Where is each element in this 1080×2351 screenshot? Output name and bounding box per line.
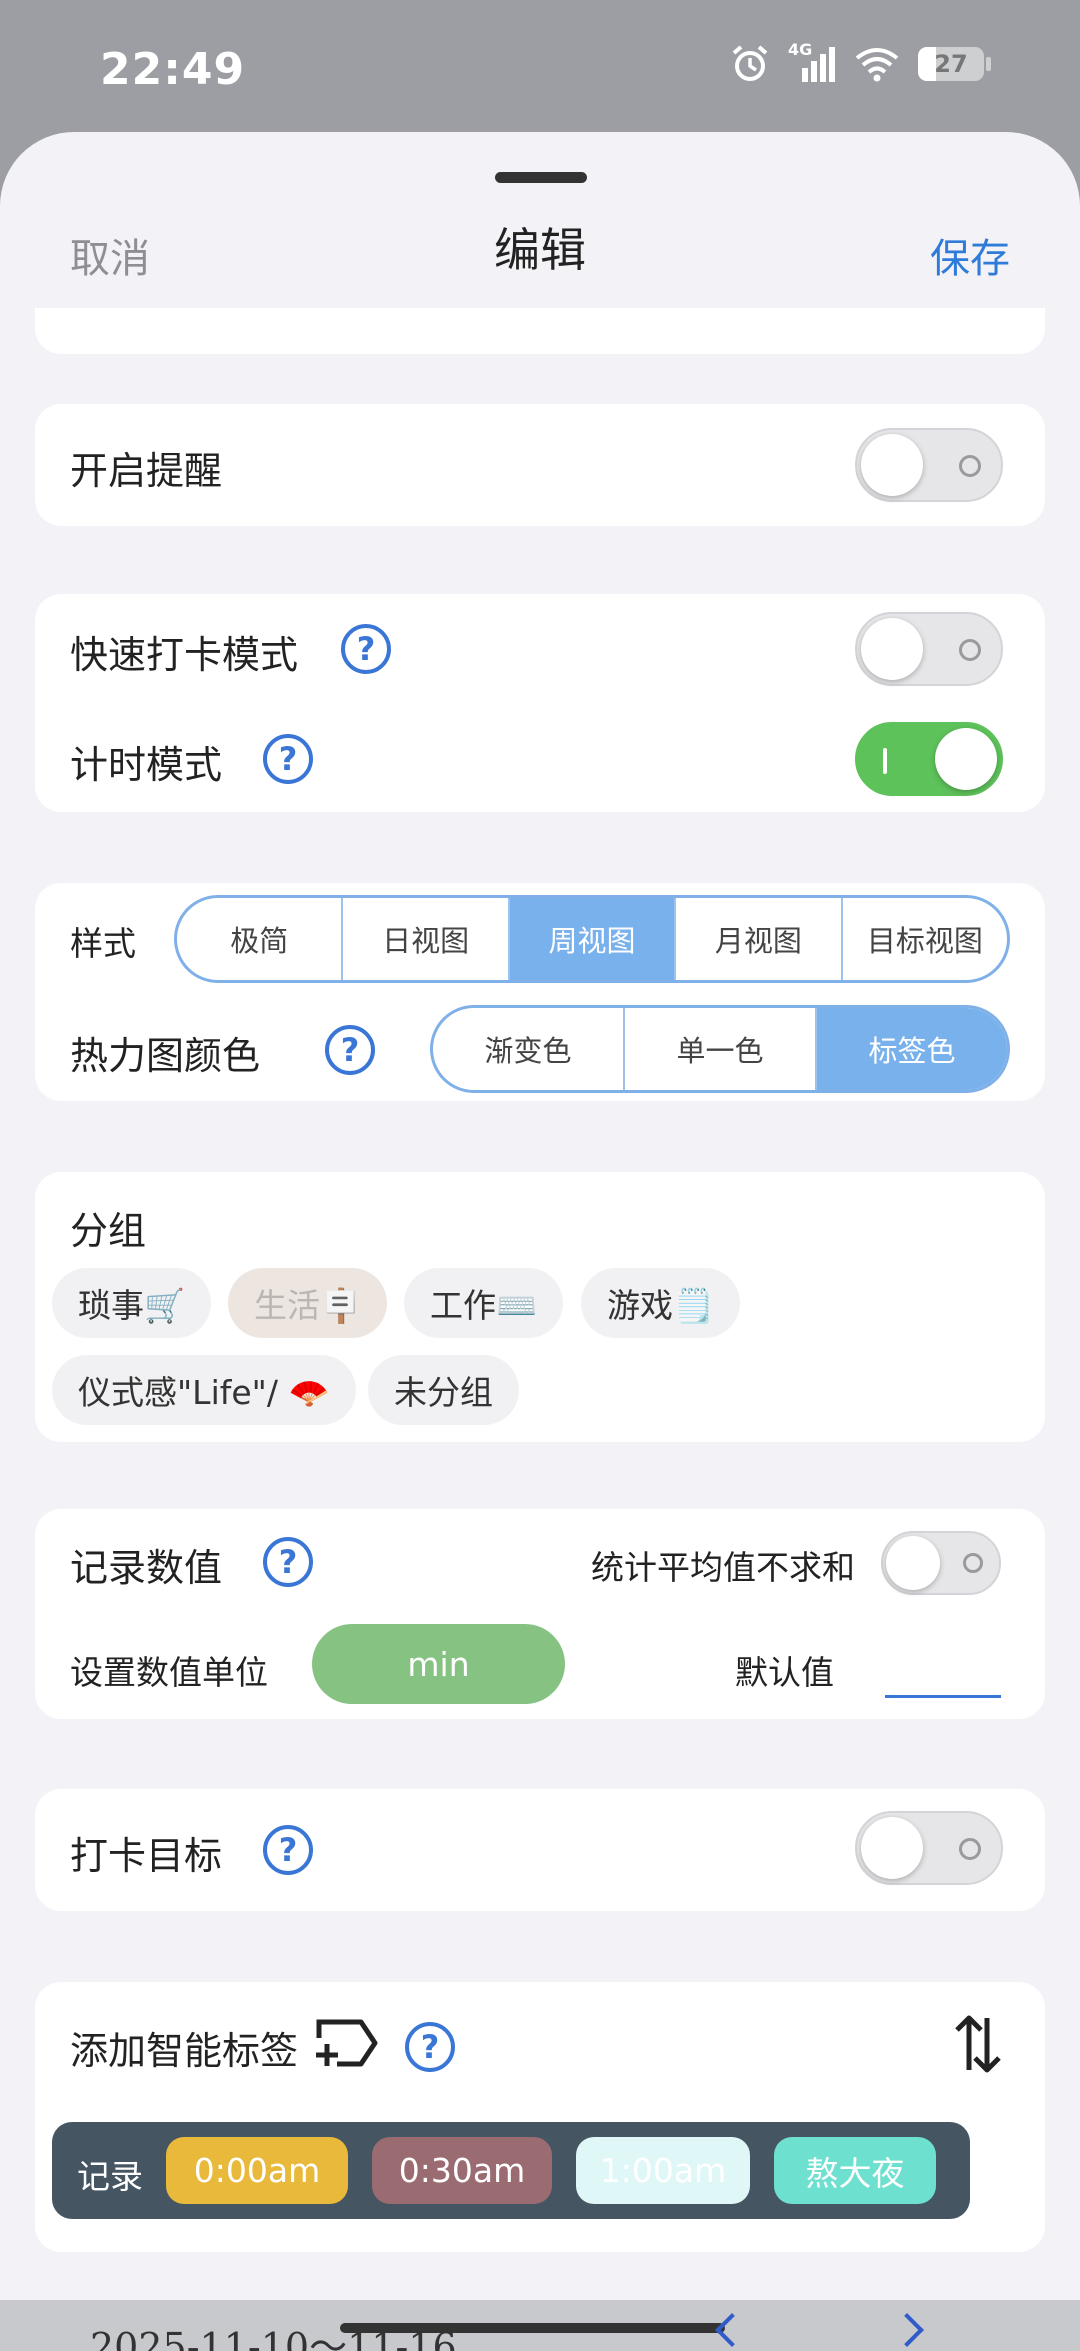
heatmap-option-single[interactable]: 单一色 — [625, 1008, 817, 1090]
record-value-card: 记录数值 ? 统计平均值不求和 设置数值单位 min 默认值 — [35, 1509, 1045, 1719]
record-label: 记录 — [77, 2157, 143, 2196]
battery-icon: 27 — [918, 47, 991, 81]
status-icons: 4G 27 — [730, 40, 991, 84]
style-card: 样式 极简 日视图 周视图 月视图 目标视图 热力图颜色 ? 渐变色 单一色 标… — [35, 883, 1045, 1101]
heatmap-segmented-control: 渐变色 单一色 标签色 — [430, 1005, 1010, 1093]
group-chip[interactable]: 未分组 — [368, 1355, 519, 1425]
reminder-toggle[interactable] — [855, 428, 1003, 502]
unit-label: 设置数值单位 — [70, 1653, 268, 1692]
unit-button[interactable]: min — [312, 1624, 565, 1704]
record-value-label: 记录数值 — [70, 1546, 223, 1590]
quick-checkin-label: 快速打卡模式 — [70, 633, 299, 677]
page-title: 编辑 — [494, 223, 586, 277]
heatmap-help-icon[interactable]: ? — [325, 1025, 375, 1075]
smart-tags-label: 添加智能标签 — [70, 2029, 299, 2073]
reminder-label: 开启提醒 — [70, 449, 223, 493]
target-toggle[interactable] — [855, 1811, 1003, 1885]
status-bar: 22:49 4G 27 — [0, 0, 1080, 140]
timer-mode-label: 计时模式 — [70, 743, 223, 787]
group-card: 分组 琐事🛒 生活🪧 工作⌨️ 游戏🗒️ 仪式感"Life"/ 🪭 未分组 — [35, 1172, 1045, 1442]
tag-chip[interactable]: 1:00am — [576, 2137, 750, 2204]
heatmap-label: 热力图颜色 — [70, 1034, 261, 1078]
heatmap-option-tag[interactable]: 标签色 — [817, 1008, 1007, 1090]
quick-checkin-help-icon[interactable]: ? — [341, 624, 391, 674]
status-time: 22:49 — [100, 44, 246, 95]
add-tag-icon[interactable] — [315, 2016, 379, 2070]
home-indicator[interactable] — [340, 2323, 725, 2333]
signal-icon: 4G — [788, 40, 836, 84]
group-chip[interactable]: 生活🪧 — [228, 1268, 388, 1338]
group-chip[interactable]: 琐事🛒 — [52, 1268, 212, 1338]
timer-mode-help-icon[interactable]: ? — [263, 734, 313, 784]
style-option-day[interactable]: 日视图 — [343, 898, 510, 980]
edit-sheet: 取消 编辑 保存 开启提醒 快速打卡模式 ? 计时模式 ? 样式 极简 日视图 … — [0, 132, 1080, 2312]
tag-chip[interactable]: 0:00am — [166, 2137, 348, 2204]
tag-chip[interactable]: 熬大夜 — [774, 2137, 936, 2204]
average-label: 统计平均值不求和 — [591, 1548, 855, 1587]
average-toggle[interactable] — [881, 1531, 1001, 1595]
default-value-input[interactable] — [885, 1639, 1001, 1691]
group-label: 分组 — [70, 1209, 147, 1253]
style-option-minimal[interactable]: 极简 — [177, 898, 344, 980]
date-range: 2025-11-10～11-16 — [90, 2325, 457, 2351]
scrolled-card — [35, 308, 1045, 354]
mode-card: 快速打卡模式 ? 计时模式 ? — [35, 594, 1045, 812]
style-option-goal[interactable]: 目标视图 — [843, 898, 1007, 980]
quick-checkin-toggle[interactable] — [855, 612, 1003, 686]
drag-handle[interactable] — [495, 172, 587, 183]
sort-icon[interactable] — [953, 2012, 1003, 2076]
heatmap-option-gradient[interactable]: 渐变色 — [433, 1008, 625, 1090]
target-help-icon[interactable]: ? — [263, 1825, 313, 1875]
style-label: 样式 — [70, 924, 136, 963]
reminder-card: 开启提醒 — [35, 404, 1045, 526]
target-label: 打卡目标 — [70, 1834, 223, 1878]
smart-tags-card: 添加智能标签 ? 记录 0:00am 0:30am 1:00am 熬大夜 — [35, 1982, 1045, 2252]
default-value-underline — [885, 1695, 1001, 1698]
smart-tags-help-icon[interactable]: ? — [405, 2022, 455, 2072]
group-chip[interactable]: 工作⌨️ — [404, 1268, 564, 1338]
style-segmented-control: 极简 日视图 周视图 月视图 目标视图 — [174, 895, 1010, 983]
tag-preview-bar: 记录 0:00am 0:30am 1:00am 熬大夜 — [52, 2122, 970, 2219]
group-chip[interactable]: 仪式感"Life"/ 🪭 — [52, 1355, 356, 1425]
default-value-label: 默认值 — [735, 1653, 834, 1692]
wifi-icon — [855, 48, 899, 82]
timer-mode-toggle[interactable] — [855, 722, 1003, 796]
style-option-month[interactable]: 月视图 — [676, 898, 843, 980]
alarm-icon — [732, 45, 768, 81]
tag-chip[interactable]: 0:30am — [372, 2137, 552, 2204]
record-value-help-icon[interactable]: ? — [263, 1537, 313, 1587]
group-chip[interactable]: 游戏🗒️ — [581, 1268, 741, 1338]
battery-level: 27 — [934, 50, 968, 78]
save-button[interactable]: 保存 — [930, 226, 1010, 284]
style-option-week[interactable]: 周视图 — [509, 898, 677, 980]
target-card: 打卡目标 ? — [35, 1789, 1045, 1911]
